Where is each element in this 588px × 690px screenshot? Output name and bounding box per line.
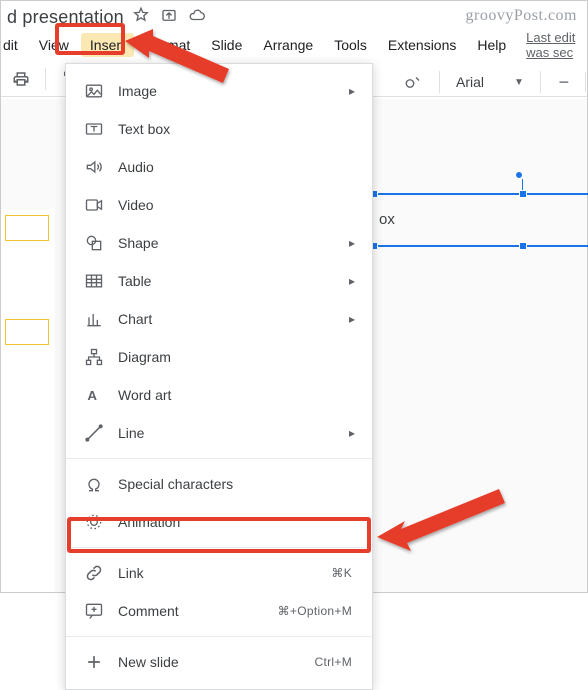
menu-label: Animation xyxy=(118,514,358,530)
menu-label: Video xyxy=(118,197,358,213)
menu-label: Comment xyxy=(118,603,264,619)
decrease-font-icon[interactable]: − xyxy=(553,71,575,93)
separator xyxy=(540,71,541,93)
menu-item-comment[interactable]: Comment ⌘+Option+M xyxy=(66,592,372,630)
menu-item-animation[interactable]: Animation xyxy=(66,503,372,541)
selected-textbox-top[interactable] xyxy=(373,193,588,195)
menu-arrange[interactable]: Arrange xyxy=(254,33,322,57)
menu-item-textbox[interactable]: Text box xyxy=(66,110,372,148)
menu-label: Line xyxy=(118,425,332,441)
move-icon[interactable] xyxy=(160,6,178,29)
menu-item-shape[interactable]: Shape ▸ xyxy=(66,224,372,262)
diagram-icon xyxy=(84,347,104,367)
submenu-arrow-icon: ▸ xyxy=(346,312,358,326)
menu-separator xyxy=(66,458,372,459)
font-name: Arial xyxy=(456,74,496,90)
watermark: groovyPost.com xyxy=(466,7,577,25)
link-icon xyxy=(84,563,104,583)
menu-separator xyxy=(66,547,372,548)
last-edit-link[interactable]: Last edit was sec xyxy=(526,30,583,60)
shortcut-label: Ctrl+M xyxy=(315,655,352,669)
shortcut-label: ⌘K xyxy=(331,566,352,580)
selected-textbox-bottom[interactable] xyxy=(373,245,588,247)
menubar: dit View Insert Format Slide Arrange Too… xyxy=(1,29,587,61)
menu-label: Special characters xyxy=(118,476,358,492)
menu-label: Text box xyxy=(118,121,358,137)
slide-thumbnail[interactable] xyxy=(5,319,49,345)
print-icon[interactable] xyxy=(7,65,35,93)
menu-item-diagram[interactable]: Diagram xyxy=(66,338,372,376)
rotation-handle[interactable] xyxy=(515,171,523,179)
menu-help[interactable]: Help xyxy=(468,33,515,57)
menu-item-table[interactable]: Table ▸ xyxy=(66,262,372,300)
menu-slide[interactable]: Slide xyxy=(202,33,251,57)
menu-item-image[interactable]: Image ▸ xyxy=(66,72,372,110)
menu-item-video[interactable]: Video xyxy=(66,186,372,224)
menu-label: New slide xyxy=(118,654,301,670)
special-characters-icon xyxy=(84,474,104,494)
shortcut-label: ⌘+Option+M xyxy=(278,604,352,618)
menu-edit[interactable]: dit xyxy=(1,33,27,57)
menu-item-chart[interactable]: Chart ▸ xyxy=(66,300,372,338)
menu-tools[interactable]: Tools xyxy=(325,33,376,57)
menu-item-link[interactable]: Link ⌘K xyxy=(66,554,372,592)
video-icon xyxy=(84,195,104,215)
textbox-icon xyxy=(84,119,104,139)
menu-label: Audio xyxy=(118,159,358,175)
star-icon[interactable] xyxy=(132,6,150,29)
wordart-icon: A xyxy=(84,385,104,405)
menu-extensions[interactable]: Extensions xyxy=(379,33,465,57)
menu-format[interactable]: Format xyxy=(137,33,199,57)
audio-icon xyxy=(84,157,104,177)
animation-icon xyxy=(84,512,104,532)
insert-dropdown: Image ▸ Text box Audio Video Shape ▸ Tab… xyxy=(65,63,373,690)
separator xyxy=(45,68,46,90)
separator xyxy=(439,71,440,93)
plus-icon xyxy=(84,652,104,672)
menu-item-audio[interactable]: Audio xyxy=(66,148,372,186)
toolbar-right: Arial ▼ − xyxy=(399,67,586,97)
textbox-content[interactable]: ox xyxy=(379,211,395,228)
svg-text:A: A xyxy=(87,388,97,403)
submenu-arrow-icon: ▸ xyxy=(346,426,358,440)
image-icon xyxy=(84,81,104,101)
menu-label: Image xyxy=(118,83,332,99)
line-icon xyxy=(84,423,104,443)
fill-color-icon[interactable] xyxy=(399,68,427,96)
menu-item-wordart[interactable]: A Word art xyxy=(66,376,372,414)
shape-icon xyxy=(84,233,104,253)
menu-label: Table xyxy=(118,273,332,289)
menu-label: Word art xyxy=(118,387,358,403)
menu-item-special-characters[interactable]: Special characters xyxy=(66,465,372,503)
chevron-down-icon: ▼ xyxy=(514,77,524,88)
submenu-arrow-icon: ▸ xyxy=(346,84,358,98)
slide-thumbnail[interactable] xyxy=(5,215,49,241)
menu-label: Link xyxy=(118,565,317,581)
menu-view[interactable]: View xyxy=(30,33,78,57)
menu-insert[interactable]: Insert xyxy=(81,33,134,57)
document-title[interactable]: d presentation xyxy=(7,7,124,28)
menu-label: Shape xyxy=(118,235,332,251)
thumbnail-strip xyxy=(1,209,55,592)
chart-icon xyxy=(84,309,104,329)
menu-separator xyxy=(66,636,372,637)
menu-item-new-slide[interactable]: New slide Ctrl+M xyxy=(66,643,372,681)
submenu-arrow-icon: ▸ xyxy=(346,274,358,288)
table-icon xyxy=(84,271,104,291)
font-size-divider xyxy=(585,72,586,92)
font-selector[interactable]: Arial ▼ xyxy=(452,74,528,90)
comment-icon xyxy=(84,601,104,621)
submenu-arrow-icon: ▸ xyxy=(346,236,358,250)
menu-label: Chart xyxy=(118,311,332,327)
cloud-icon[interactable] xyxy=(188,6,206,29)
menu-label: Diagram xyxy=(118,349,358,365)
menu-item-line[interactable]: Line ▸ xyxy=(66,414,372,452)
